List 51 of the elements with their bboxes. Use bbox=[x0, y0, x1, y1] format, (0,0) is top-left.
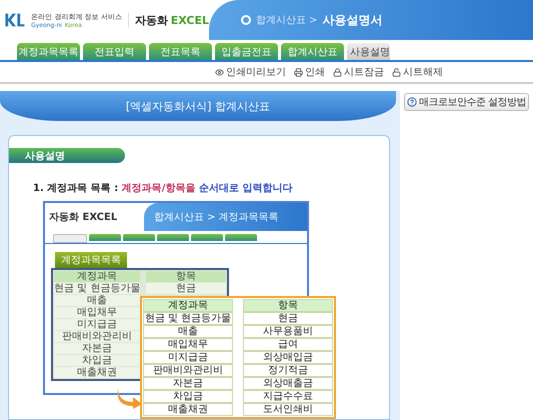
product-name: EXCEL bbox=[170, 14, 209, 26]
table-cell: 차입금 bbox=[143, 390, 233, 403]
toolbar-button[interactable]: 인쇄미리보기 bbox=[215, 65, 286, 79]
product-name: 자동화 bbox=[134, 12, 168, 28]
product-name: 자동화 EXCEL bbox=[49, 211, 118, 224]
section-label: 사용설명 bbox=[9, 148, 125, 163]
table-cell: 지급수수료 bbox=[243, 390, 333, 403]
page-title: 사용설명서 bbox=[322, 12, 383, 28]
unlock-icon bbox=[392, 68, 401, 76]
table-cell: 항목 bbox=[146, 271, 226, 282]
table-cell: 현금 및 현금등가물 bbox=[54, 283, 140, 294]
table-cell: 현금 bbox=[243, 312, 333, 325]
table-cell: 미지급금 bbox=[143, 351, 233, 364]
lock-icon bbox=[333, 68, 342, 76]
printer-icon bbox=[294, 68, 303, 76]
table-cell: 계정과목 bbox=[54, 271, 140, 282]
breadcrumb: 합계시산표 > 계정과목목록 bbox=[154, 211, 279, 224]
table-cell: 항목 bbox=[243, 299, 333, 312]
toolbar-button[interactable]: 시트해제 bbox=[392, 65, 443, 79]
section-label: 계정과목목록 bbox=[55, 252, 127, 268]
table-cell: 현금 및 현금등가물 bbox=[143, 312, 233, 325]
table-cell: 정기적금 bbox=[243, 364, 333, 377]
table-cell: 자본금 bbox=[143, 377, 233, 390]
table-cell: 외상매출금 bbox=[243, 377, 333, 390]
table-cell: 외상매입금 bbox=[243, 351, 333, 364]
breadcrumb: 합계시산표 > bbox=[256, 14, 318, 27]
help-button[interactable]: 매크로보안수준 설정방법 bbox=[404, 93, 529, 111]
table-cell: 매입채무 bbox=[143, 338, 233, 351]
toolbar-button[interactable]: 시트잠금 bbox=[333, 65, 384, 79]
table-cell: 매출 bbox=[143, 325, 233, 338]
table-cell: 판매비와관리비 bbox=[143, 364, 233, 377]
table-cell: 사무용품비 bbox=[243, 325, 333, 338]
table-cell: 매출채권 bbox=[54, 367, 140, 378]
table-cell: 도서인쇄비 bbox=[243, 403, 333, 416]
toolbar-button[interactable]: 인쇄 bbox=[294, 65, 325, 79]
table-cell: 차입금 bbox=[54, 355, 140, 366]
table-cell: 미지급금 bbox=[54, 319, 140, 330]
table-cell: 자본금 bbox=[54, 343, 140, 354]
bullet-icon bbox=[241, 15, 251, 25]
step-heading: 1. 계정과목 목록 : 계정과목/항목을 순서대로 입력합니다 bbox=[33, 182, 294, 195]
table-cell: 현금 bbox=[146, 283, 226, 294]
table-cell: 급여 bbox=[243, 338, 333, 351]
tab[interactable]: 사용설명 bbox=[347, 43, 390, 60]
table-cell: 매출채권 bbox=[143, 403, 233, 416]
table-cell: 판매비와관리비 bbox=[54, 331, 140, 342]
title-banner: [엑셀자동화서식] 합계시산표 bbox=[0, 91, 396, 121]
help-icon bbox=[406, 97, 417, 107]
table-cell: 계정과목 bbox=[143, 299, 233, 312]
table-cell: 매입채무 bbox=[54, 307, 140, 318]
table-cell: 매출 bbox=[54, 295, 140, 306]
eye-icon bbox=[215, 68, 224, 76]
